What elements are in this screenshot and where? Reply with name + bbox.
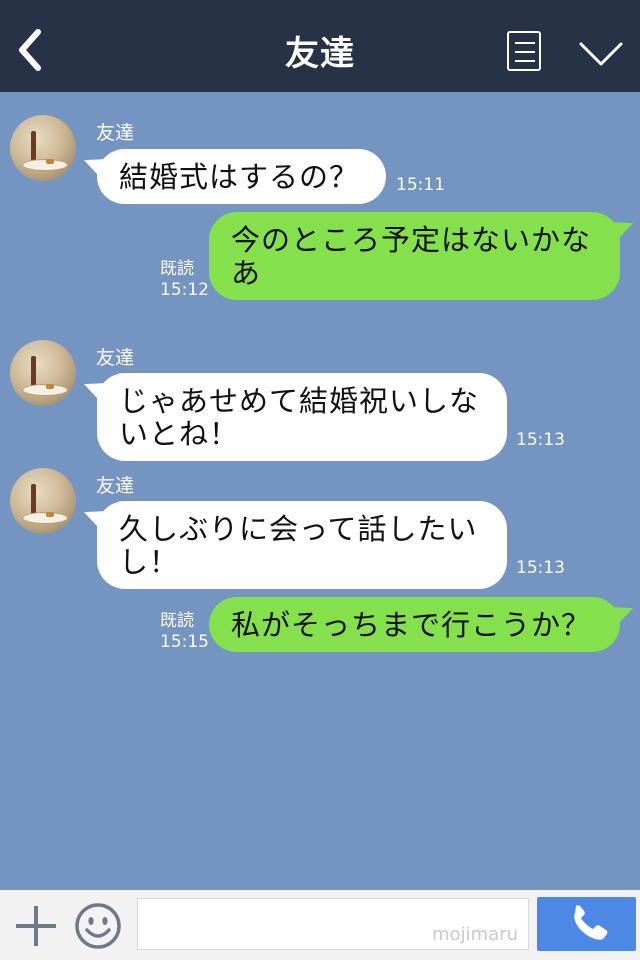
- message-bubble: じゃあせめて結婚祝いしないとね！: [97, 373, 507, 461]
- read-label: 既読: [160, 611, 194, 631]
- plus-icon[interactable]: [16, 906, 56, 946]
- read-receipt: 既読 15:12: [160, 259, 209, 301]
- read-receipt: 既読 15:15: [160, 611, 209, 653]
- message-time: 15:11: [396, 175, 445, 195]
- watermark: mojimaru: [432, 924, 518, 945]
- notes-icon[interactable]: [507, 31, 541, 71]
- sender-name: 友達: [96, 122, 135, 144]
- message-time: 15:12: [160, 280, 209, 300]
- chat-title: 友達: [285, 34, 355, 74]
- smiley-icon[interactable]: [74, 902, 122, 950]
- read-label: 既読: [160, 259, 194, 279]
- chevron-down-icon[interactable]: [578, 38, 624, 68]
- sender-name: 友達: [96, 475, 135, 497]
- message-time: 15:13: [516, 558, 565, 578]
- message-bubble: 今のところ予定はないかなあ: [209, 212, 620, 300]
- avatar[interactable]: [10, 115, 76, 181]
- avatar[interactable]: [10, 340, 76, 406]
- chat-header: 友達: [0, 0, 640, 92]
- message-time: 15:15: [160, 632, 209, 652]
- call-button[interactable]: [537, 897, 636, 951]
- sender-name: 友達: [96, 347, 135, 369]
- message-bubble: 久しぶりに会って話したいし！: [97, 501, 507, 589]
- message-input[interactable]: mojimaru: [137, 898, 529, 950]
- message-bubble: 結婚式はするの？: [97, 149, 386, 204]
- message-bubble: 私がそっちまで行こうか？: [209, 597, 620, 652]
- message-time: 15:13: [516, 430, 565, 450]
- avatar[interactable]: [10, 468, 76, 534]
- phone-icon: [574, 905, 608, 940]
